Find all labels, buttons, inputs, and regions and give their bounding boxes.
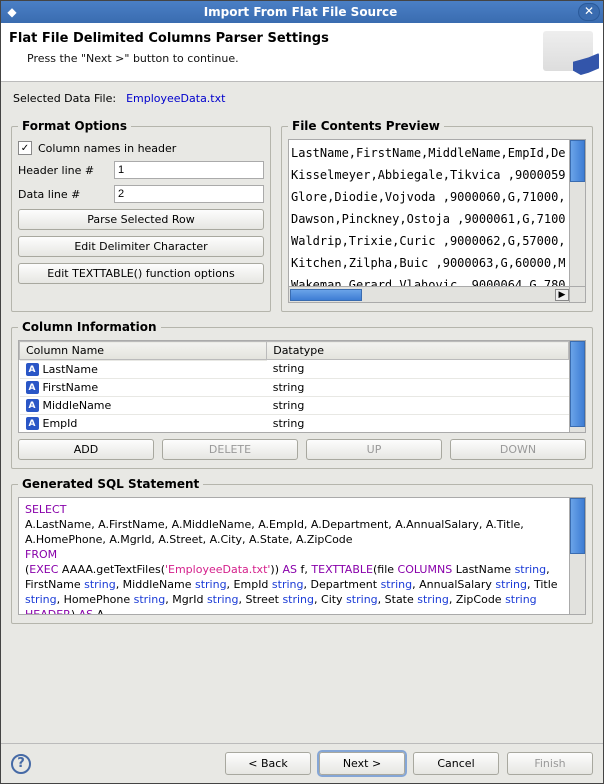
- attribute-icon: A: [26, 363, 39, 376]
- dialog-window: ◆ Import From Flat File Source ✕ Flat Fi…: [0, 0, 604, 784]
- selected-file-row: Selected Data File: EmployeeData.txt: [13, 92, 593, 105]
- table-row[interactable]: A EmpId string: [20, 414, 569, 432]
- finish-button[interactable]: Finish: [507, 752, 593, 775]
- file-preview-legend: File Contents Preview: [288, 119, 444, 133]
- preview-line: Wakeman,Gerard,Vlahovic ,9000064,G,780: [291, 274, 567, 287]
- column-info-group: Column Information Column Name Datatype …: [11, 320, 593, 469]
- table-row[interactable]: A FirstName string: [20, 378, 569, 396]
- colnames-checkbox[interactable]: ✓: [18, 141, 32, 155]
- close-icon[interactable]: ✕: [578, 3, 600, 21]
- table-row[interactable]: A LastName string: [20, 360, 569, 379]
- column-type: string: [267, 396, 569, 414]
- file-preview-text[interactable]: LastName,FirstName,MiddleName,EmpId,DeKi…: [288, 139, 570, 287]
- scroll-corner: [570, 287, 586, 303]
- preview-line: Glore,Diodie,Vojvoda ,9000060,G,71000,: [291, 186, 567, 208]
- sql-vscrollbar[interactable]: [570, 497, 586, 615]
- scroll-thumb[interactable]: [570, 140, 585, 182]
- wizard-footer: ? < Back Next > Cancel Finish: [1, 743, 603, 783]
- sql-group: Generated SQL Statement SELECT A.LastNam…: [11, 477, 593, 624]
- wizard-logo: [543, 31, 593, 71]
- table-row[interactable]: A MiddleName string: [20, 396, 569, 414]
- column-vscrollbar[interactable]: [569, 341, 585, 432]
- preview-line: Kisselmeyer,Abbiegale,Tikvica ,9000059: [291, 164, 567, 186]
- page-desc: Press the "Next >" button to continue.: [27, 52, 543, 65]
- scroll-thumb[interactable]: [570, 341, 585, 427]
- preview-vscrollbar[interactable]: [570, 139, 586, 287]
- headerline-input[interactable]: [114, 161, 264, 179]
- help-icon[interactable]: ?: [11, 754, 31, 774]
- column-type: string: [267, 378, 569, 396]
- next-button[interactable]: Next >: [319, 752, 405, 775]
- sql-legend: Generated SQL Statement: [18, 477, 203, 491]
- scroll-thumb[interactable]: [290, 289, 362, 301]
- column-name: EmpId: [43, 417, 78, 430]
- add-column-button[interactable]: ADD: [18, 439, 154, 460]
- column-table[interactable]: Column Name Datatype A LastName string A Fir…: [19, 341, 569, 432]
- back-button[interactable]: < Back: [225, 752, 311, 775]
- preview-line: LastName,FirstName,MiddleName,EmpId,De: [291, 142, 567, 164]
- dataline-input[interactable]: [114, 185, 264, 203]
- colnames-label: Column names in header: [38, 142, 176, 155]
- selected-file-label: Selected Data File:: [13, 92, 116, 105]
- preview-hscrollbar[interactable]: ▶: [288, 287, 570, 303]
- scroll-right-icon[interactable]: ▶: [555, 289, 569, 301]
- parse-row-button[interactable]: Parse Selected Row: [18, 209, 264, 230]
- attribute-icon: A: [26, 399, 39, 412]
- page-title: Flat File Delimited Columns Parser Setti…: [9, 31, 543, 46]
- cancel-button[interactable]: Cancel: [413, 752, 499, 775]
- column-name: LastName: [43, 363, 98, 376]
- file-preview-group: File Contents Preview LastName,FirstName…: [281, 119, 593, 312]
- window-icon: ◆: [1, 5, 23, 19]
- preview-line: Dawson,Pinckney,Ostoja ,9000061,G,7100: [291, 208, 567, 230]
- col-header-type[interactable]: Datatype: [267, 342, 569, 360]
- attribute-icon: A: [26, 417, 39, 430]
- preview-line: Waldrip,Trixie,Curic ,9000062,G,57000,: [291, 230, 567, 252]
- column-name: MiddleName: [43, 399, 112, 412]
- edit-delimiter-button[interactable]: Edit Delimiter Character: [18, 236, 264, 257]
- format-options-legend: Format Options: [18, 119, 131, 133]
- down-column-button[interactable]: DOWN: [450, 439, 586, 460]
- format-options-group: Format Options ✓ Column names in header …: [11, 119, 271, 312]
- dataline-label: Data line #: [18, 188, 108, 201]
- up-column-button[interactable]: UP: [306, 439, 442, 460]
- selected-file-value: EmployeeData.txt: [126, 92, 225, 105]
- column-type: string: [267, 360, 569, 379]
- column-info-legend: Column Information: [18, 320, 161, 334]
- sql-text[interactable]: SELECT A.LastName, A.FirstName, A.Middle…: [18, 497, 570, 615]
- edit-texttable-button[interactable]: Edit TEXTTABLE() function options: [18, 263, 264, 284]
- col-header-name[interactable]: Column Name: [20, 342, 267, 360]
- column-name: FirstName: [43, 381, 99, 394]
- scroll-thumb[interactable]: [570, 498, 585, 554]
- delete-column-button[interactable]: DELETE: [162, 439, 298, 460]
- preview-line: Kitchen,Zilpha,Buic ,9000063,G,60000,M: [291, 252, 567, 274]
- column-type: string: [267, 414, 569, 432]
- page-header: Flat File Delimited Columns Parser Setti…: [1, 23, 603, 82]
- titlebar[interactable]: ◆ Import From Flat File Source ✕: [1, 1, 603, 23]
- window-title: Import From Flat File Source: [23, 5, 578, 19]
- headerline-label: Header line #: [18, 164, 108, 177]
- attribute-icon: A: [26, 381, 39, 394]
